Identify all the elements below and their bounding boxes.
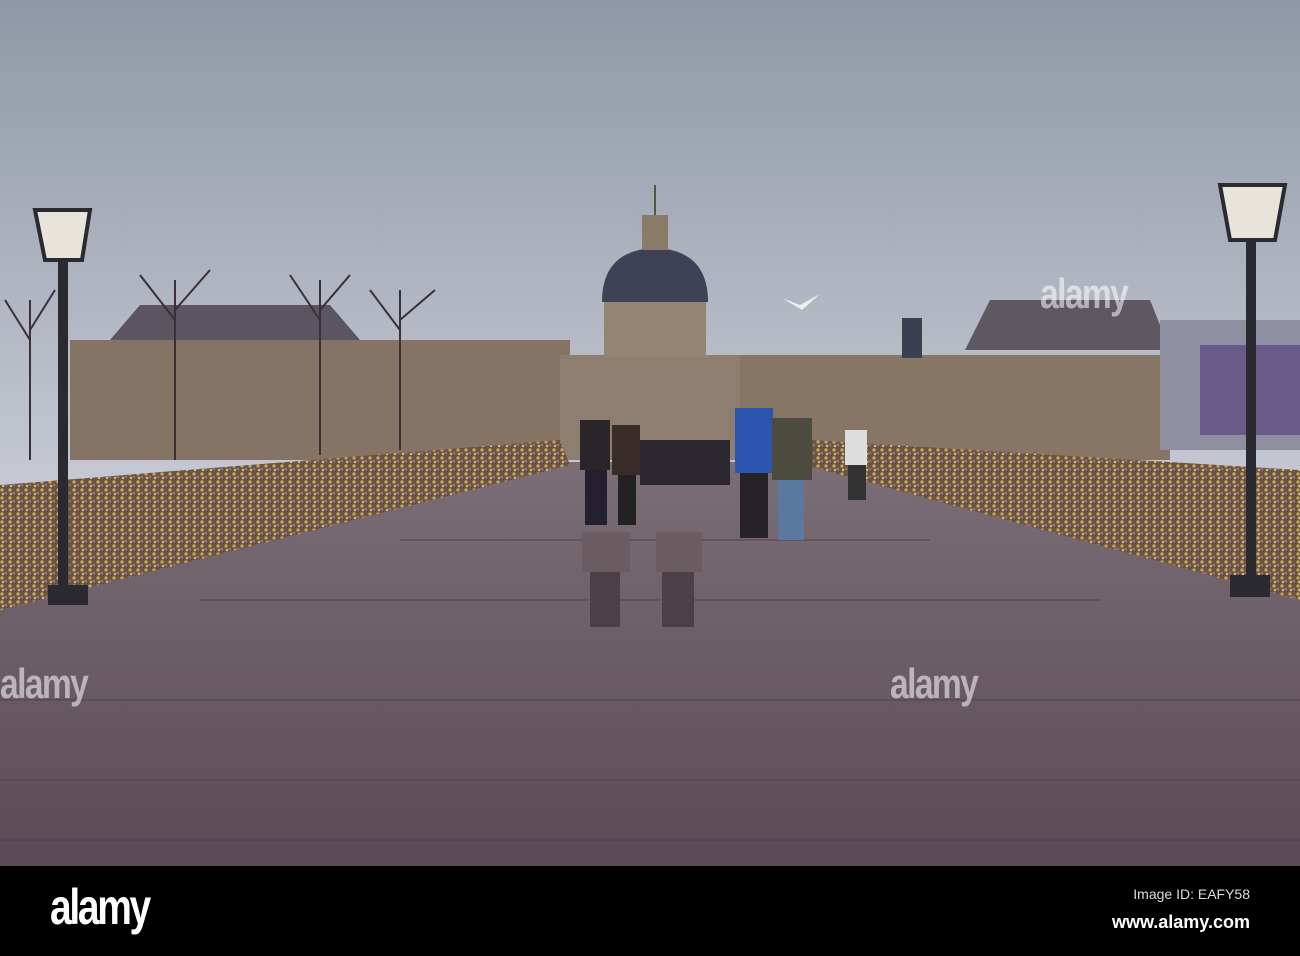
image-id: Image ID: EAFY58: [1133, 886, 1250, 902]
watermark: alamy: [0, 660, 89, 707]
watermark: alamy: [890, 660, 979, 707]
footer-bar: alamy Image ID: EAFY58 www.alamy.com: [0, 866, 1300, 956]
photo-frame: alamy alamy alamy alamy Image ID: EAFY58…: [0, 0, 1300, 956]
alamy-logo: alamy: [50, 879, 151, 935]
bridge-photo: [0, 0, 1300, 866]
watermark: alamy: [1040, 270, 1129, 317]
website-link[interactable]: www.alamy.com: [1112, 912, 1250, 933]
